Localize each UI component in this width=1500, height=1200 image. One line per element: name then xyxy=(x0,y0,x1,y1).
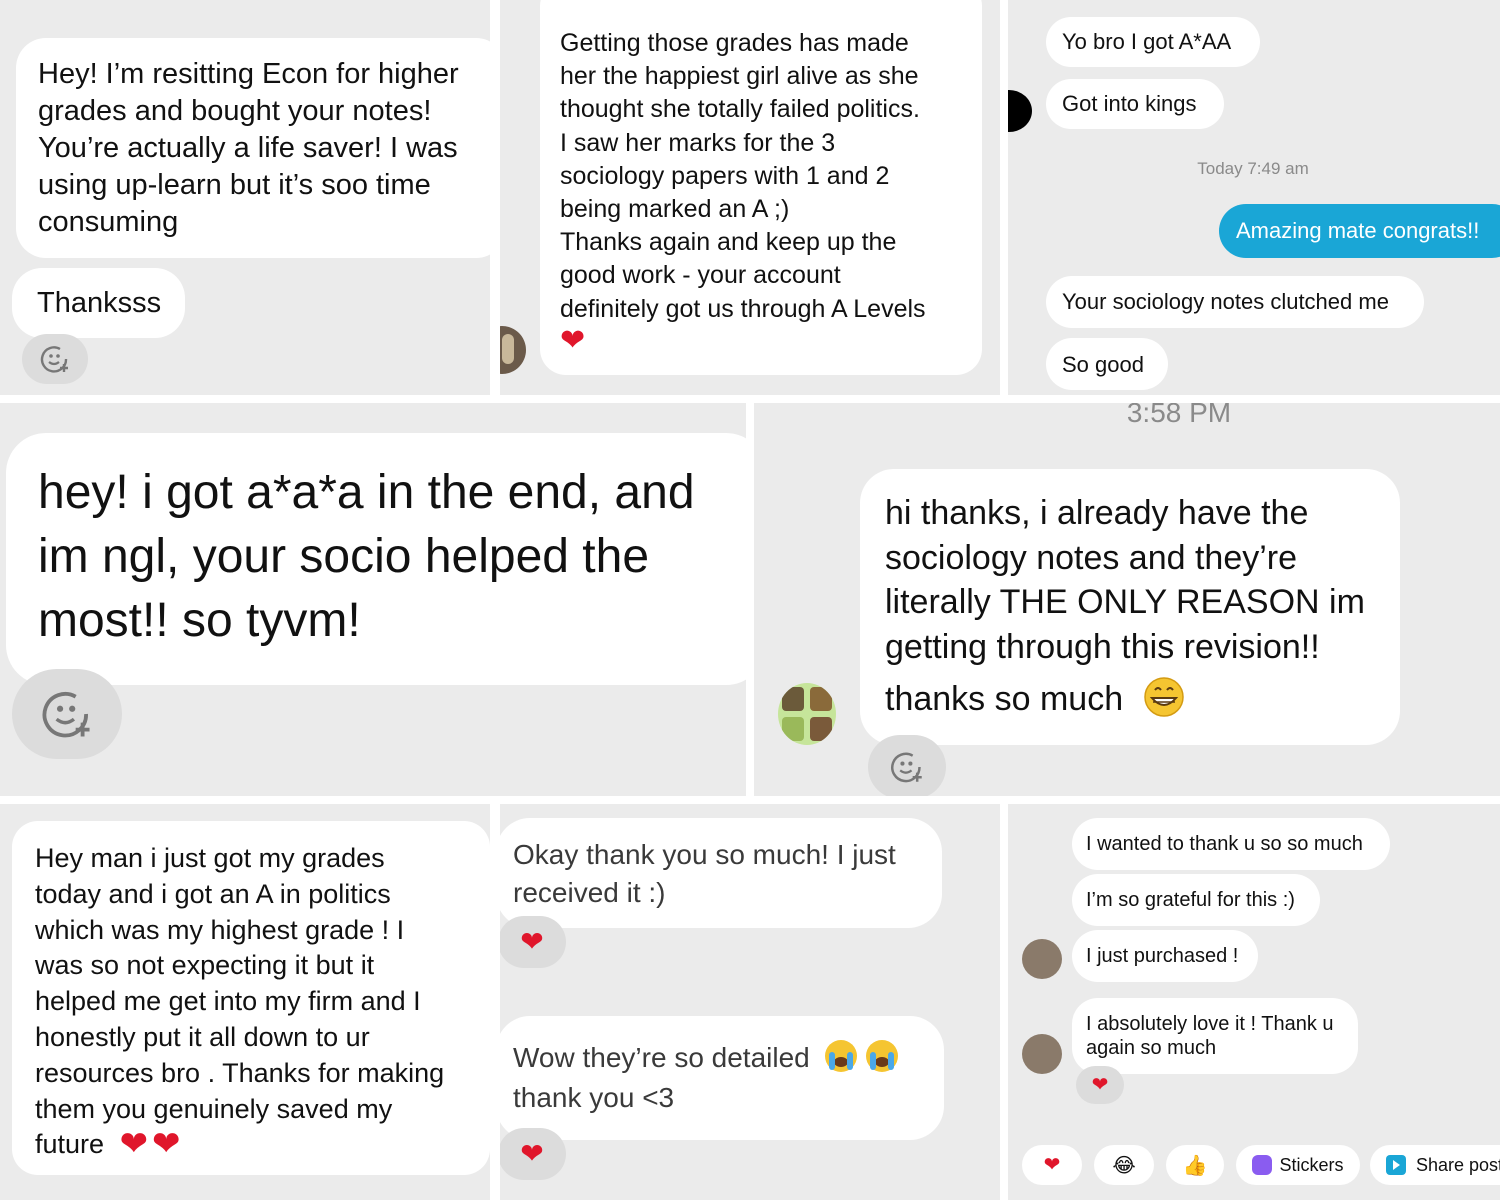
quick-reaction-laugh[interactable]: 😂 xyxy=(1094,1145,1154,1185)
thumbs-up-emoji: 👍 xyxy=(1182,1154,1208,1177)
message-text: Hey! I’m resitting Econ for higher grade… xyxy=(38,58,459,238)
message-text: Thanksss xyxy=(37,287,162,319)
heart-emoji: ❤ xyxy=(1043,1154,1061,1176)
message-bubble: Hey man i just got my grades today and i… xyxy=(12,821,490,1175)
add-reaction-button[interactable] xyxy=(868,735,946,796)
loudly-crying-face-emoji xyxy=(866,1040,899,1072)
message-bubble: Yo bro I got A*AA xyxy=(1046,17,1260,67)
message-text: hey! i got a*a*a in the end, and im ngl,… xyxy=(38,466,695,647)
message-text: Wow they’re so detailed xyxy=(513,1042,810,1073)
share-icon xyxy=(1386,1155,1406,1175)
message-bubble: hi thanks, i already have the sociology … xyxy=(860,469,1400,745)
heart-emoji: ❤ xyxy=(520,926,544,957)
stickers-label: Stickers xyxy=(1279,1154,1344,1175)
message-text: thanks so much xyxy=(885,680,1124,718)
share-post-button[interactable]: Share post xyxy=(1370,1145,1500,1185)
avatar xyxy=(500,326,526,374)
reaction-heart[interactable]: ❤ xyxy=(1076,1066,1124,1104)
avatar xyxy=(1008,90,1032,132)
heart-emoji: ❤ xyxy=(1091,1074,1109,1096)
laughing-emoji: 😂 xyxy=(1112,1154,1136,1177)
message-text: hi thanks, i already have the sociology … xyxy=(885,494,1365,666)
timestamp: Today 7:49 am xyxy=(1197,159,1309,178)
sticker-icon xyxy=(1252,1155,1273,1175)
message-text: I just purchased ! xyxy=(1086,945,1239,967)
message-text: I’m so grateful for this :) xyxy=(1086,889,1295,911)
testimonial-panel-politics: Getting those grades has made her the ha… xyxy=(500,0,1000,395)
message-bubble: hey! i got a*a*a in the end, and im ngl,… xyxy=(6,433,746,685)
reaction-heart[interactable]: ❤ xyxy=(500,916,566,968)
testimonial-panel-socio-big: hey! i got a*a*a in the end, and im ngl,… xyxy=(0,403,746,796)
message-bubble: Okay thank you so much! I just received … xyxy=(500,818,942,928)
message-bubble: Got into kings xyxy=(1046,79,1224,129)
message-text: Getting those grades has made her the ha… xyxy=(560,29,926,323)
message-bubble: Your sociology notes clutched me xyxy=(1046,276,1424,328)
quick-reaction-heart[interactable]: ❤ xyxy=(1022,1145,1082,1185)
message-bubble: So good xyxy=(1046,338,1168,390)
add-reaction-button[interactable] xyxy=(12,669,122,759)
message-bubble: Wow they’re so detailed thank you <3 xyxy=(500,1016,944,1140)
testimonial-panel-kings: Yo bro I got A*AA Got into kings Today 7… xyxy=(1008,0,1500,395)
heart-emoji: ❤ xyxy=(520,1138,544,1169)
testimonial-panel-detailed: Okay thank you so much! I just received … xyxy=(500,804,1000,1200)
add-reaction-icon xyxy=(40,346,68,373)
heart-emoji: ❤ xyxy=(560,323,586,357)
testimonial-panel-purchase: I wanted to thank u so so much I’m so gr… xyxy=(1008,804,1500,1200)
testimonial-panel-econ: Hey! I’m resitting Econ for higher grade… xyxy=(0,0,490,395)
message-text: So good xyxy=(1062,352,1144,377)
message-text: thank you <3 xyxy=(513,1082,675,1113)
add-reaction-button[interactable] xyxy=(22,334,88,384)
heart-emoji: ❤❤ xyxy=(119,1125,185,1164)
reaction-heart[interactable]: ❤ xyxy=(500,1128,566,1180)
timestamp: 3:58 PM xyxy=(1126,403,1232,428)
message-text: I wanted to thank u so so much xyxy=(1086,833,1363,855)
add-reaction-icon xyxy=(42,691,90,738)
message-bubble: I wanted to thank u so so much xyxy=(1072,818,1390,870)
message-bubble: I just purchased ! xyxy=(1072,930,1258,982)
message-bubble: I absolutely love it ! Thank u again so … xyxy=(1072,998,1358,1074)
testimonial-panel-firm: Hey man i just got my grades today and i… xyxy=(0,804,490,1200)
avatar xyxy=(1022,939,1062,979)
message-text: Yo bro I got A*AA xyxy=(1062,29,1232,54)
grinning-face-emoji xyxy=(1143,677,1184,717)
sent-message-bubble: Amazing mate congrats!! xyxy=(1219,204,1500,258)
message-bubble: Thanksss xyxy=(12,268,185,338)
message-bubble: Getting those grades has made her the ha… xyxy=(540,0,982,375)
message-text: Okay thank you so much! I just received … xyxy=(513,839,896,908)
message-text: Got into kings xyxy=(1062,91,1197,116)
message-bubble: Hey! I’m resitting Econ for higher grade… xyxy=(16,38,490,258)
quick-reaction-thumbs[interactable]: 👍 xyxy=(1166,1145,1224,1185)
message-bubble: I’m so grateful for this :) xyxy=(1072,874,1320,926)
avatar xyxy=(778,683,836,745)
stickers-button[interactable]: Stickers xyxy=(1236,1145,1360,1185)
add-reaction-icon xyxy=(891,752,922,783)
testimonial-panel-revision: 3:58 PM hi thanks, i already have the so… xyxy=(754,403,1500,796)
message-text: Hey man i just got my grades today and i… xyxy=(35,843,445,1160)
message-text: I absolutely love it ! Thank u again so … xyxy=(1086,1013,1334,1059)
share-post-label: Share post xyxy=(1416,1154,1500,1175)
message-text: Your sociology notes clutched me xyxy=(1062,289,1389,314)
message-text: Amazing mate congrats!! xyxy=(1236,218,1480,243)
loudly-crying-face-emoji xyxy=(824,1040,857,1072)
avatar xyxy=(1022,1034,1062,1074)
